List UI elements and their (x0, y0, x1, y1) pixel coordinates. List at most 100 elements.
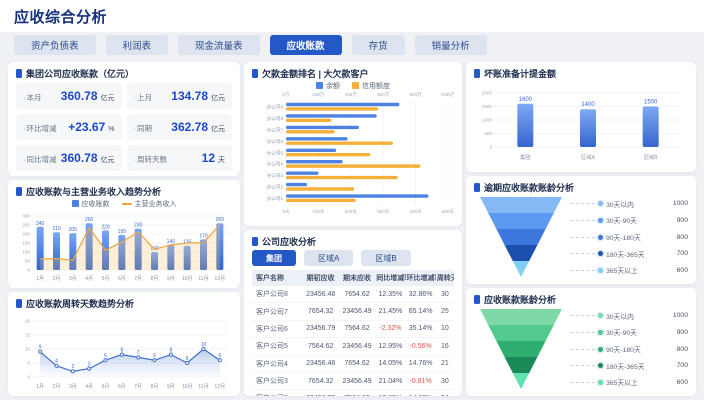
funnel-legend-row[interactable]: 30天-90天900 (570, 212, 688, 229)
funnel-slice[interactable] (480, 309, 562, 325)
svg-text:150: 150 (22, 241, 30, 246)
hbar[interactable] (286, 171, 318, 174)
dashed-leader-line (570, 315, 595, 316)
svg-text:分公司7: 分公司7 (267, 126, 284, 133)
hbar[interactable] (286, 107, 378, 110)
table-row[interactable]: 客户公司823456.487654.6212.35%32.86%30 (252, 286, 454, 303)
svg-text:6月: 6月 (118, 384, 126, 390)
tab-资产负债表[interactable]: 资产负债表 (14, 35, 96, 55)
data-point[interactable] (169, 353, 172, 356)
hbar[interactable] (286, 194, 429, 197)
svg-text:2000: 2000 (482, 91, 493, 96)
hbar[interactable] (286, 164, 420, 167)
bucket-value: 1000 (662, 200, 688, 207)
funnel-legend-row[interactable]: 30天以内1000 (570, 196, 688, 213)
data-point[interactable] (71, 370, 74, 373)
data-point[interactable] (202, 347, 205, 350)
data-point[interactable] (137, 356, 140, 359)
ranking-legend: 余额 信用额度 (252, 81, 454, 90)
tab-应收账款[interactable]: 应收账款 (270, 35, 342, 55)
funnel-slice[interactable] (513, 261, 529, 277)
hbar[interactable] (286, 137, 348, 140)
funnel-legend: 30天以内100030天-90天90090天-180天800180天-365天7… (570, 196, 688, 279)
funnel-legend-row[interactable]: 30天以内1000 (570, 308, 688, 325)
hbar[interactable] (286, 187, 354, 190)
table-cell: 7564.62 (339, 390, 375, 396)
data-point[interactable] (39, 350, 42, 353)
hbar[interactable] (286, 199, 356, 202)
region-tab-区域B[interactable]: 区域B (361, 250, 410, 266)
kpi-value: +23.67 (68, 120, 105, 134)
funnel-slice[interactable] (505, 245, 538, 261)
funnel-slice[interactable] (488, 213, 554, 229)
table-row[interactable]: 客户公司623456.797564.62-2.32%35.14%10 (252, 320, 454, 337)
funnel-legend-row[interactable]: 90天-180天800 (570, 229, 688, 246)
hbar[interactable] (286, 126, 359, 129)
table-row[interactable]: 客户公司223456.797564.6212.85%14.62%24 (252, 390, 454, 396)
funnel-legend-row[interactable]: 180天-365天700 (570, 245, 688, 262)
data-point[interactable] (88, 367, 91, 370)
table-row[interactable]: 客户公司77654.3223456.4921.45%65.14%25 (252, 303, 454, 320)
legend-item[interactable]: 余额 (316, 81, 340, 91)
legend-item[interactable]: 应收账款 (72, 199, 110, 209)
table-row[interactable]: 客户公司423456.487654.6214.05%14.76%21 (252, 355, 454, 372)
table-cell: 7654.62 (339, 355, 375, 372)
tab-利润表[interactable]: 利润表 (106, 35, 169, 55)
svg-text:240: 240 (36, 221, 45, 227)
svg-text:12月: 12月 (215, 384, 226, 390)
funnel-legend-row[interactable]: 180天-365天700 (570, 357, 688, 374)
customer-name: 客户公司8 (252, 286, 303, 303)
bar[interactable] (643, 107, 659, 148)
svg-text:7月: 7月 (134, 384, 142, 390)
funnel-legend-row[interactable]: 90天-180天800 (570, 341, 688, 358)
kpi-tile: 环比增减+23.67% (16, 114, 122, 140)
bar[interactable] (517, 104, 533, 147)
svg-text:3月: 3月 (69, 384, 77, 390)
data-point[interactable] (186, 361, 189, 364)
table-cell: 14.76% (406, 355, 436, 372)
legend-item[interactable]: 主营业务收入 (122, 199, 177, 209)
funnel-slice[interactable] (480, 197, 562, 213)
funnel-slice[interactable] (496, 341, 545, 357)
legend-item[interactable]: 信用额度 (352, 81, 390, 91)
hbar[interactable] (286, 176, 398, 179)
data-point[interactable] (218, 359, 221, 362)
bar[interactable] (580, 109, 596, 147)
tab-现金流量表[interactable]: 现金流量表 (178, 35, 260, 55)
tab-存货[interactable]: 存货 (352, 35, 405, 55)
data-point[interactable] (55, 364, 58, 367)
svg-text:8: 8 (120, 347, 123, 353)
tab-销量分析[interactable]: 销量分析 (415, 35, 487, 55)
table-cell: 14.05% (375, 355, 405, 372)
hbar[interactable] (286, 103, 399, 106)
hbar[interactable] (286, 160, 343, 163)
funnel-legend-row[interactable]: 365天以上600 (570, 374, 688, 391)
region-tab-集团[interactable]: 集团 (252, 250, 296, 266)
bucket-label: 30天以内 (606, 199, 662, 209)
svg-text:4: 4 (55, 359, 58, 365)
hbar[interactable] (286, 153, 370, 156)
funnel-legend-row[interactable]: 30天-90天900 (570, 324, 688, 341)
svg-text:1000万: 1000万 (441, 92, 454, 98)
data-point[interactable] (104, 359, 107, 362)
hbar[interactable] (286, 114, 377, 117)
dashboard-grid: 集团公司应收账款（亿元） 本月360.78亿元上月134.78亿元环比增减+23… (0, 58, 704, 400)
hbar[interactable] (286, 130, 335, 133)
funnel-slice[interactable] (496, 229, 545, 245)
hbar[interactable] (286, 119, 331, 122)
hbar[interactable] (286, 142, 393, 145)
table-row[interactable]: 客户公司37654.3223456.4921.04%-0.81%30 (252, 372, 454, 389)
funnel-slice[interactable] (488, 325, 554, 341)
svg-text:800万: 800万 (409, 92, 422, 98)
hbar[interactable] (286, 183, 307, 186)
data-point[interactable] (120, 353, 123, 356)
legend-line-icon (122, 203, 132, 205)
funnel-legend-row[interactable]: 365天以上600 (570, 262, 688, 279)
funnel-slice[interactable] (505, 357, 538, 373)
hbar[interactable] (286, 149, 336, 152)
funnel-slice[interactable] (513, 373, 529, 389)
data-point[interactable] (153, 359, 156, 362)
table-row[interactable]: 客户公司57564.6223456.4912.95%-0.56%16 (252, 338, 454, 355)
trend-chart-card: 应收账款与主营业务收入趋势分析 应收账款主营业务收入 0501001502002… (8, 180, 240, 288)
region-tab-区域A[interactable]: 区域A (304, 250, 353, 266)
